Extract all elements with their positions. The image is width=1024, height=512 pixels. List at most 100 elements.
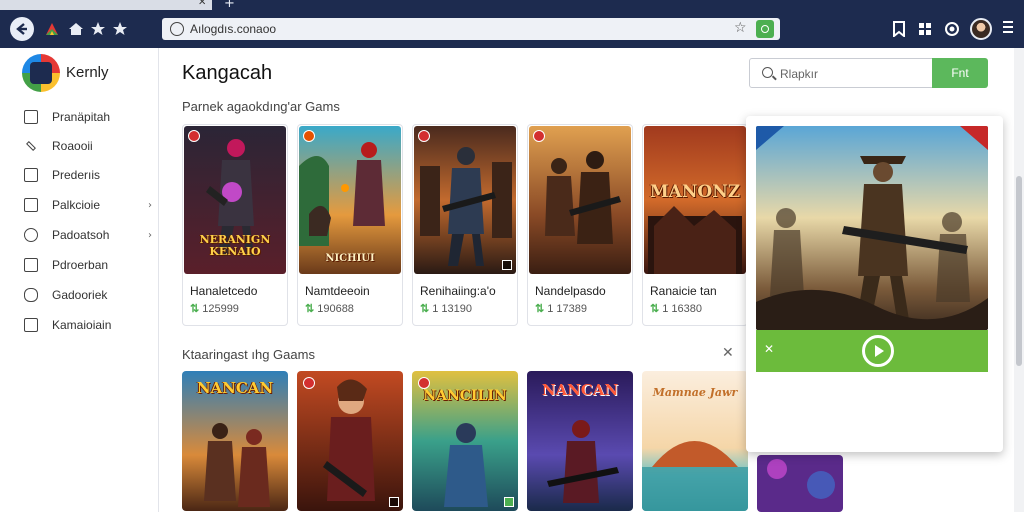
play-button[interactable] — [862, 335, 894, 367]
game-card[interactable]: NANCILIN — [412, 371, 518, 511]
game-badge-icon — [303, 377, 315, 389]
game-corner-icon — [502, 260, 512, 270]
gear-icon — [24, 228, 38, 242]
game-card[interactable]: Mamnae Jawr — [642, 371, 748, 511]
bookmark-star-icon[interactable] — [110, 19, 130, 39]
star-icon[interactable]: ☆ — [734, 20, 747, 36]
download-icon: ⇅ — [190, 303, 200, 315]
download-icon: ⇅ — [535, 303, 545, 315]
game-cover-image — [757, 455, 843, 512]
search-field[interactable] — [749, 58, 933, 88]
sidebar-item-4[interactable]: Palkcioie › — [24, 194, 152, 216]
document-icon — [24, 168, 38, 182]
game-card[interactable]: NICHIUI Namtdeeoin ⇅ 190688 — [297, 124, 403, 326]
download-icon: ⇅ — [650, 303, 660, 315]
game-cover-image — [414, 126, 516, 274]
game-name: Renihaiing:a'o — [420, 284, 496, 298]
chevron-right-icon[interactable]: › — [148, 200, 152, 211]
search-input[interactable] — [780, 65, 920, 83]
search-icon — [762, 67, 773, 78]
game-preview-popup: ✕ — [746, 116, 1003, 452]
bookmark-icon[interactable] — [892, 21, 906, 37]
sidebar-item-label: Gadooriek — [52, 288, 108, 302]
browser-tab[interactable] — [0, 0, 212, 10]
site-info-icon[interactable] — [170, 22, 184, 36]
game-downloads: ⇅ 125999 — [190, 303, 239, 315]
page-title: Kangacah — [182, 62, 273, 84]
game-cover-title: NANCILIN — [423, 388, 507, 404]
sidebar-item-label: Prederıis — [52, 168, 101, 182]
extension-icon[interactable] — [42, 19, 62, 39]
game-corner-icon — [504, 497, 514, 507]
game-card[interactable]: NERANIGN KENAIO Hanaletcedo ⇅ 125999 — [182, 124, 288, 326]
media-icon[interactable] — [944, 21, 960, 37]
brand-name: Kernly — [66, 64, 109, 81]
close-tab-icon[interactable]: ✕ — [198, 0, 206, 8]
page-scrollbar[interactable] — [1014, 48, 1024, 512]
browser-toolbar: Aılogdıs.conaoo ☆ — [0, 10, 1024, 48]
bookmark-star-icon[interactable] — [88, 19, 108, 39]
sidebar-item-7[interactable]: Gadooriek — [24, 284, 152, 306]
sidebar-item-label: Pdroerban — [52, 258, 109, 272]
game-cover-title: NANCAN — [541, 381, 619, 399]
game-card[interactable]: Renihaiing:a'o ⇅ 1 13190 — [412, 124, 518, 326]
game-name: Nandelpasdo — [535, 284, 606, 298]
chevron-right-icon[interactable]: › — [148, 230, 152, 241]
scrollbar-thumb[interactable] — [1016, 176, 1022, 366]
tab-strip: ✕ + — [0, 0, 1024, 11]
menu-icon[interactable] — [1003, 21, 1013, 35]
game-badge-icon — [418, 130, 430, 142]
folder-icon — [24, 198, 38, 212]
game-corner-icon — [389, 497, 399, 507]
close-section-icon[interactable]: ✕ — [722, 345, 734, 361]
sidebar-item-label: Pranäpitah — [52, 110, 111, 124]
search-button[interactable]: Fnt — [932, 58, 988, 88]
game-cover-image: NERANIGN KENAIO — [184, 126, 286, 274]
download-icon: ⇅ — [305, 303, 315, 315]
back-arrow-icon — [16, 23, 27, 35]
gamepad-icon — [24, 288, 38, 302]
sidebar-item-1[interactable]: Pranäpitah — [24, 106, 152, 128]
sidebar-item-label: Palkcioie — [52, 198, 101, 212]
back-button[interactable] — [10, 17, 34, 41]
game-card[interactable]: NANCAN — [182, 371, 288, 511]
game-downloads: ⇅ 1 16380 — [650, 303, 702, 315]
sidebar-item-5[interactable]: Padoatsoh › — [24, 224, 152, 246]
game-name: Namtdeeoin — [305, 284, 370, 298]
section-title-trending: Ktaaringast ıhg Gaams — [182, 347, 315, 362]
game-downloads: ⇅ 1 13190 — [420, 303, 472, 315]
sidebar-item-label: Padoatsoh — [52, 228, 110, 242]
address-bar[interactable]: Aılogdıs.conaoo ☆ — [162, 18, 780, 40]
game-badge-icon — [303, 130, 315, 142]
game-card[interactable]: Nandelpasdo ⇅ 1 17389 — [527, 124, 633, 326]
sidebar-item-6[interactable]: Pdroerban — [24, 254, 152, 276]
calendar-icon — [24, 258, 38, 272]
sidebar-item-label: Roaooii — [52, 139, 93, 153]
sidebar-item-3[interactable]: Prederıis — [24, 164, 152, 186]
game-badge-icon — [533, 130, 545, 142]
game-card[interactable] — [297, 371, 403, 511]
game-name: Ranaicie tan — [650, 284, 717, 298]
game-cover-title: Mamnae Jawr — [652, 386, 738, 399]
grid-icon[interactable] — [918, 21, 932, 37]
image-icon — [24, 318, 38, 332]
profile-avatar[interactable] — [970, 18, 992, 40]
sidebar: Kernly Pranäpitah Roaooii Prederıis Palk… — [0, 48, 159, 512]
sidebar-item-label: Kamaioiain — [52, 318, 112, 332]
download-icon: ⇅ — [420, 303, 430, 315]
sidebar-item-2[interactable]: Roaooii — [24, 135, 152, 157]
sidebar-item-8[interactable]: Kamaioiain — [24, 314, 152, 336]
home-icon[interactable] — [66, 19, 86, 39]
pen-icon — [26, 141, 36, 151]
game-card[interactable]: MANONZ Ranaicie tan ⇅ 1 16380 — [642, 124, 748, 326]
close-preview-icon[interactable]: ✕ — [764, 342, 774, 356]
game-card[interactable]: NANCAN — [527, 371, 633, 511]
game-name: Hanaletcedo — [190, 284, 258, 298]
extension-badge-icon[interactable] — [756, 20, 774, 38]
app-logo[interactable] — [22, 54, 60, 92]
game-downloads: ⇅ 190688 — [305, 303, 354, 315]
game-cover-title: MANONZ — [649, 182, 741, 202]
game-card[interactable] — [757, 455, 843, 512]
preview-action-bar: ✕ — [756, 330, 988, 372]
game-cover-title: NICHIUI — [325, 253, 375, 264]
